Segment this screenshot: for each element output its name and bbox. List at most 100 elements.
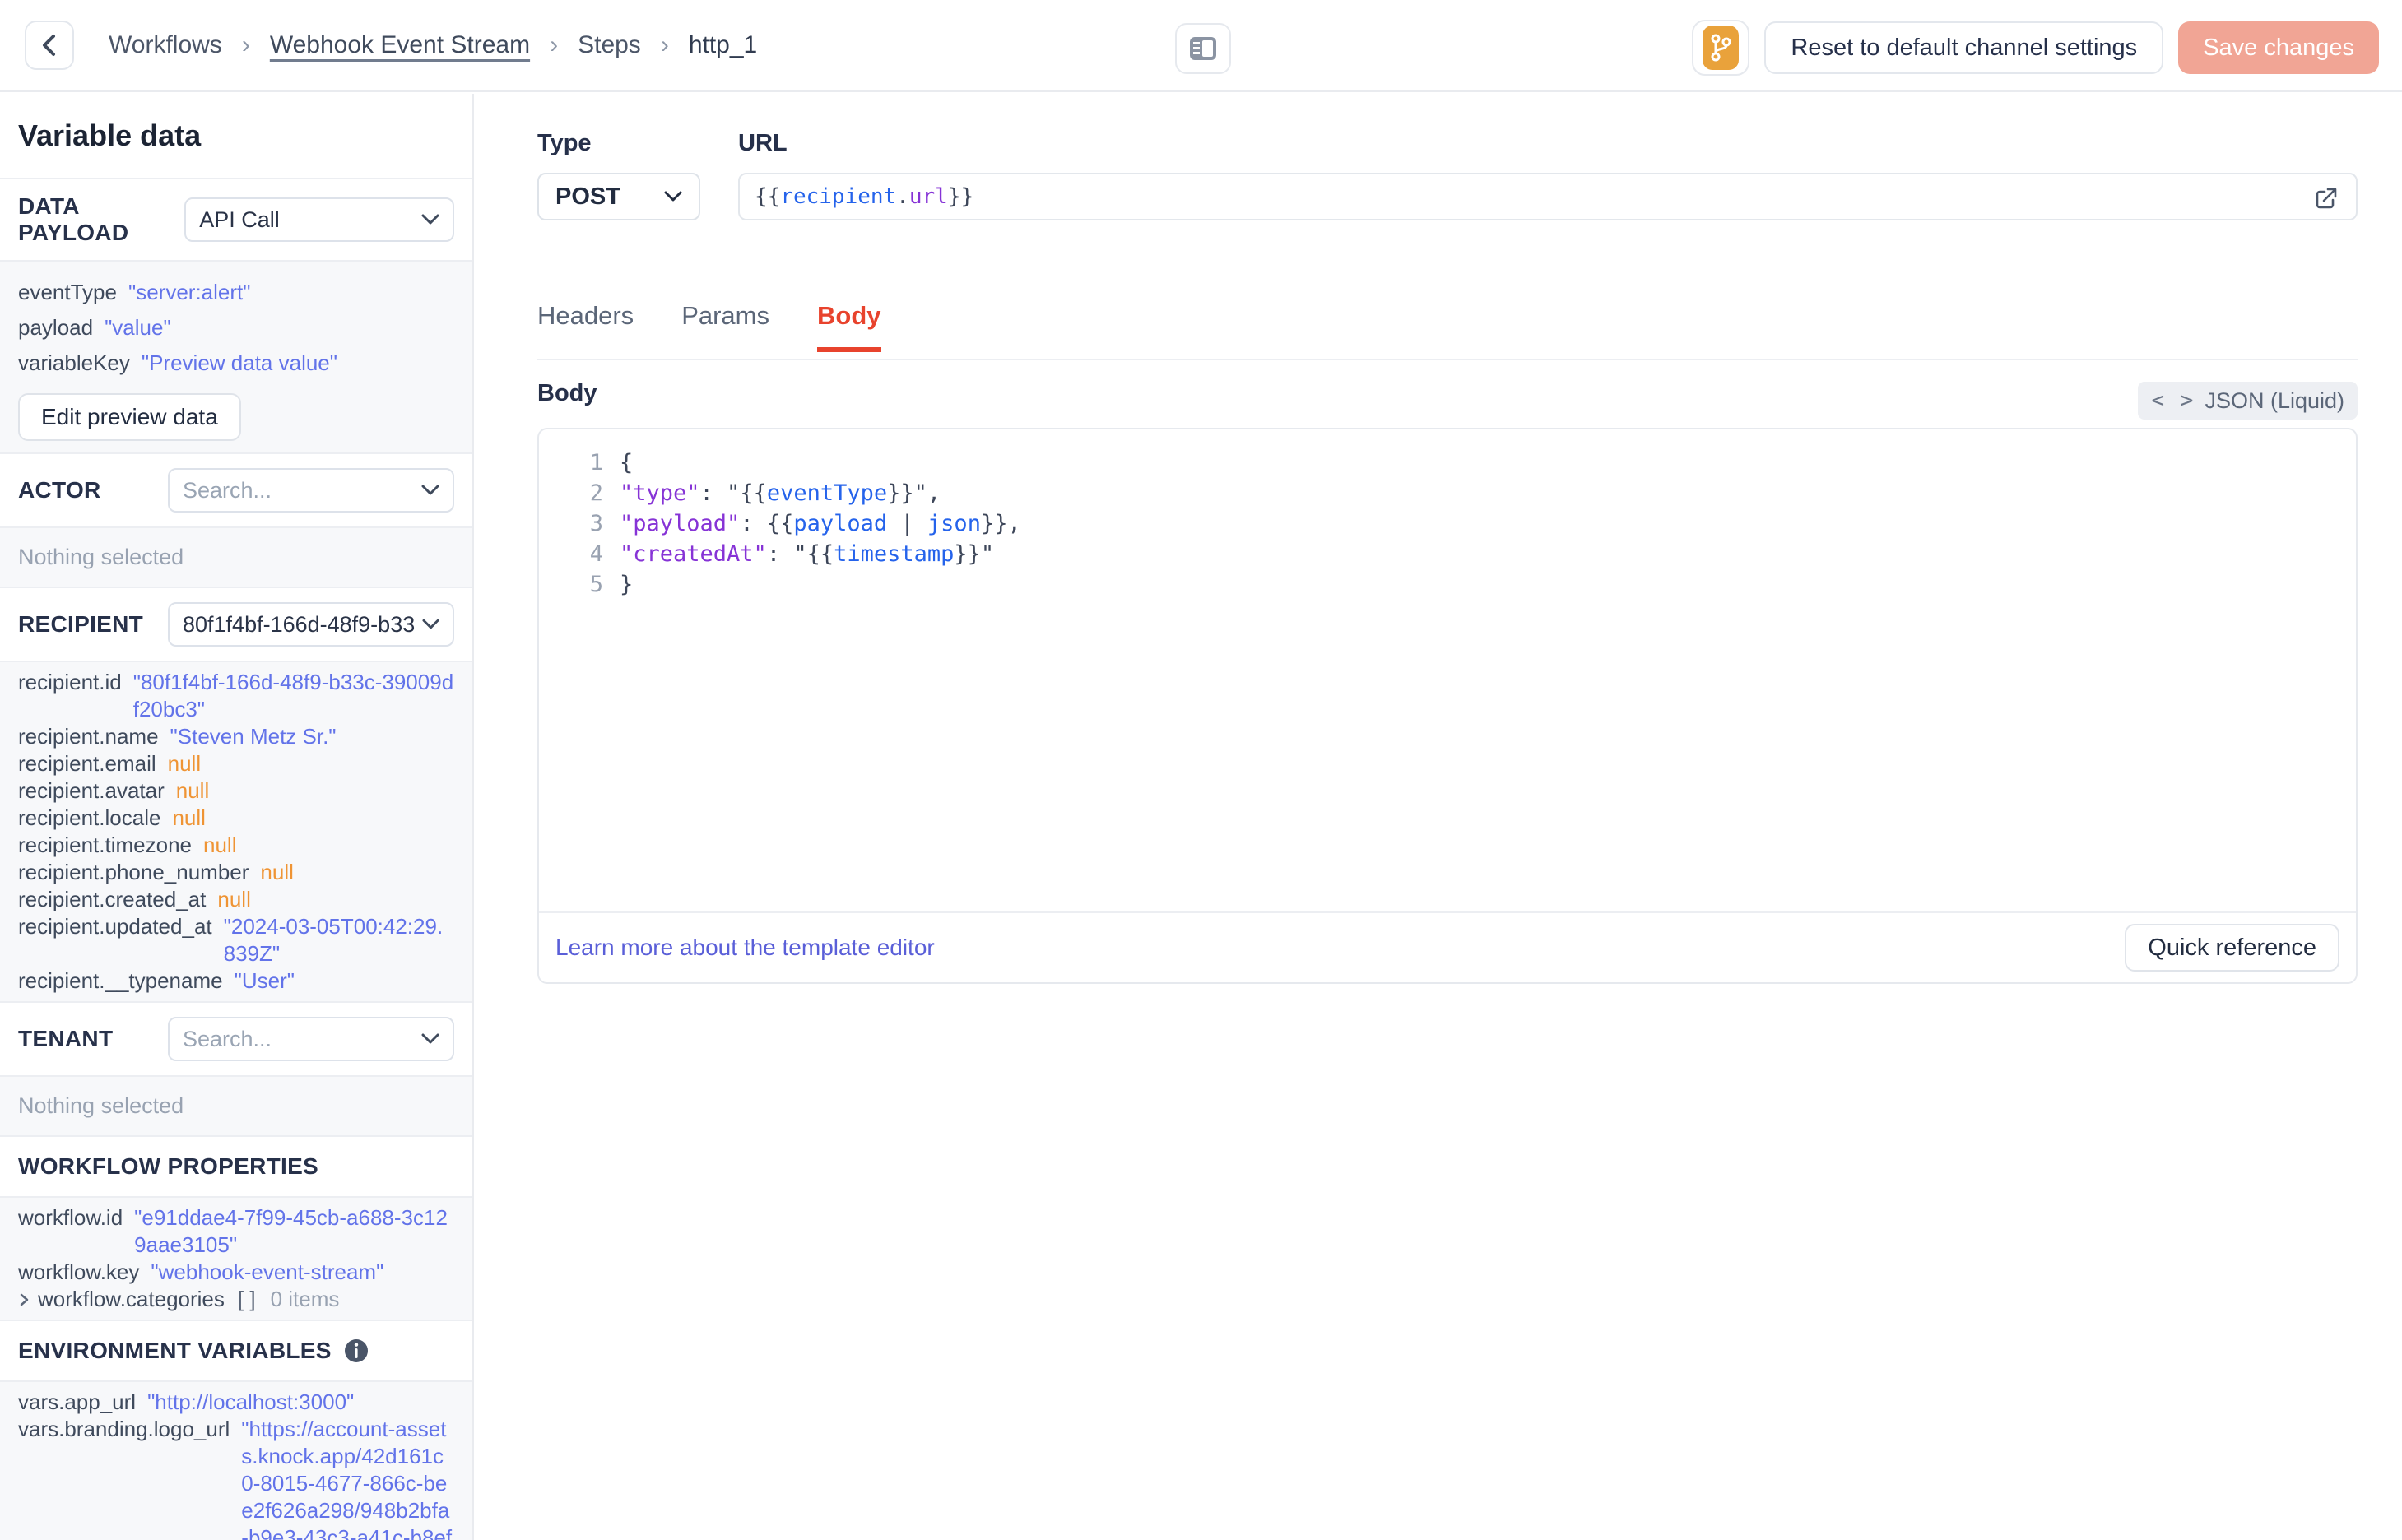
recipient-selected-value: 80f1f4bf-166d-48f9-b33c (183, 611, 416, 637)
actor-search-select[interactable]: Search... (168, 468, 454, 513)
env-var-row: vars.app_url "http://localhost:3000" (18, 1389, 454, 1416)
tenant-search-placeholder: Search... (183, 1026, 272, 1051)
template-editor-docs-link[interactable]: Learn more about the template editor (555, 935, 935, 961)
code-token: payload (793, 511, 888, 536)
prop-key: recipient.__typename (18, 968, 223, 993)
recipient-prop-row: recipient.__typename "User" (18, 967, 454, 995)
tenant-label: TENANT (18, 1026, 114, 1051)
tab-params[interactable]: Params (681, 301, 769, 350)
info-icon[interactable] (343, 1338, 369, 1364)
prop-key: recipient.email (18, 751, 156, 776)
tenant-empty-state: Nothing selected (0, 1075, 472, 1137)
breadcrumb-workflow-name[interactable]: Webhook Event Stream (270, 31, 530, 59)
code-line: 1 { (539, 448, 2356, 478)
prop-key: recipient.created_at (18, 887, 207, 911)
recipient-prop-row: recipient.locale null (18, 805, 454, 832)
actor-row: ACTOR Search... (0, 454, 472, 526)
environment-variables: vars.app_url "http://localhost:3000" var… (0, 1380, 472, 1540)
prop-value: "http://localhost:3000" (147, 1389, 355, 1414)
url-token: }} (947, 184, 974, 209)
line-number: 2 (589, 480, 603, 506)
line-number: 5 (589, 572, 603, 597)
prop-value: null (217, 887, 251, 911)
code-area[interactable]: 1 { 2 "type": "{{eventType}}", 3 "payloa… (539, 429, 2356, 911)
prop-value: "User" (234, 968, 295, 993)
code-token: : "{{ (766, 541, 834, 567)
breadcrumb-steps: Steps (578, 31, 641, 58)
data-payload-select[interactable]: API Call (184, 197, 454, 242)
code-token: "createdAt" (620, 541, 767, 567)
body-template-editor[interactable]: 1 { 2 "type": "{{eventType}}", 3 "payloa… (537, 428, 2358, 984)
code-token: timestamp (834, 541, 955, 567)
tenant-search-select[interactable]: Search... (168, 1017, 454, 1061)
url-token: recipient (780, 184, 897, 209)
prop-value: "Steven Metz Sr." (170, 724, 337, 749)
payload-row: payload "value" (18, 311, 454, 344)
variable-data-sidebar: Variable data DATA PAYLOAD API Call even… (0, 94, 474, 1540)
tab-headers[interactable]: Headers (537, 301, 634, 350)
url-label: URL (738, 130, 788, 156)
line-number: 1 (589, 450, 603, 475)
top-bar: Workflows › Webhook Event Stream › Steps… (0, 0, 2402, 92)
prop-key: vars.branding.logo_url (18, 1417, 230, 1441)
workflow-properties-label: WORKFLOW PROPERTIES (18, 1153, 319, 1179)
breadcrumb-workflows: Workflows (109, 31, 222, 58)
open-url-button[interactable] (2313, 185, 2339, 211)
workflow-prop-row: workflow.id "e91ddae4-7f99-45cb-a688-3c1… (18, 1204, 454, 1259)
code-line: 5 } (539, 569, 2356, 600)
recipient-select[interactable]: 80f1f4bf-166d-48f9-b33c (168, 602, 454, 647)
method-select[interactable]: POST (537, 173, 700, 220)
prop-key: recipient.locale (18, 805, 161, 830)
chevron-down-icon (421, 214, 439, 225)
back-button[interactable] (25, 21, 74, 70)
categories-bracket: [ ] (237, 1287, 256, 1311)
recipient-prop-row: recipient.created_at null (18, 886, 454, 913)
prop-value: "2024-03-05T00:42:29.839Z" (223, 914, 444, 966)
payload-row: variableKey "Preview data value" (18, 346, 454, 379)
prop-key: recipient.name (18, 724, 159, 749)
prop-value: null (172, 805, 206, 830)
payload-value: "server:alert" (128, 280, 251, 304)
save-changes-button[interactable]: Save changes (2178, 21, 2379, 74)
chevron-left-icon (43, 35, 55, 56)
payload-key: variableKey (18, 350, 130, 375)
prop-key: workflow.categories (38, 1287, 225, 1311)
data-payload-row: DATA PAYLOAD API Call (0, 179, 472, 260)
reset-channel-settings-button[interactable]: Reset to default channel settings (1764, 21, 2164, 74)
panel-toggle-button[interactable] (1175, 23, 1231, 74)
actor-label: ACTOR (18, 477, 101, 503)
chevron-right-icon (20, 1293, 29, 1306)
page: Workflows › Webhook Event Stream › Steps… (0, 0, 2402, 1540)
external-link-icon (2316, 188, 2337, 209)
commit-changes-button[interactable] (1692, 20, 1750, 76)
code-token: "type" (620, 480, 700, 506)
url-input[interactable]: {{recipient. url}} (738, 173, 2358, 220)
chevron-down-icon (421, 485, 439, 495)
code-line: 2 "type": "{{eventType}}", (539, 478, 2356, 508)
workflow-categories-row[interactable]: workflow.categories [ ] 0 items (18, 1286, 454, 1313)
editor-footer: Learn more about the template editor Qui… (539, 911, 2356, 982)
quick-reference-button[interactable]: Quick reference (2125, 924, 2339, 972)
code-token: json (927, 511, 981, 536)
sidebar-title: Variable data (0, 94, 472, 179)
data-payload-selected-value: API Call (199, 206, 280, 232)
chevron-down-icon (422, 619, 439, 629)
line-number: 3 (589, 511, 603, 536)
prop-value: "80f1f4bf-166d-48f9-b33c-39009df20bc3" (132, 670, 454, 721)
code-token: eventType (766, 480, 888, 506)
panel-left-icon (1190, 37, 1216, 60)
edit-preview-data-button[interactable]: Edit preview data (18, 393, 241, 441)
tab-body[interactable]: Body (817, 301, 881, 352)
prop-key: workflow.key (18, 1259, 140, 1284)
payload-row: eventType "server:alert" (18, 276, 454, 308)
git-branch-icon (1711, 34, 1731, 62)
recipient-row: RECIPIENT 80f1f4bf-166d-48f9-b33c (0, 588, 472, 661)
prop-key: recipient.updated_at (18, 914, 212, 939)
code-line: 3 "payload": {{payload | json}}, (539, 508, 2356, 539)
prop-key: recipient.id (18, 670, 122, 694)
prop-value: "webhook-event-stream" (151, 1259, 384, 1284)
code-token: : "{{ (699, 480, 767, 506)
request-tabs: Headers Params Body (537, 301, 2358, 360)
code-token: | (887, 511, 927, 536)
recipient-prop-row: recipient.avatar null (18, 777, 454, 805)
